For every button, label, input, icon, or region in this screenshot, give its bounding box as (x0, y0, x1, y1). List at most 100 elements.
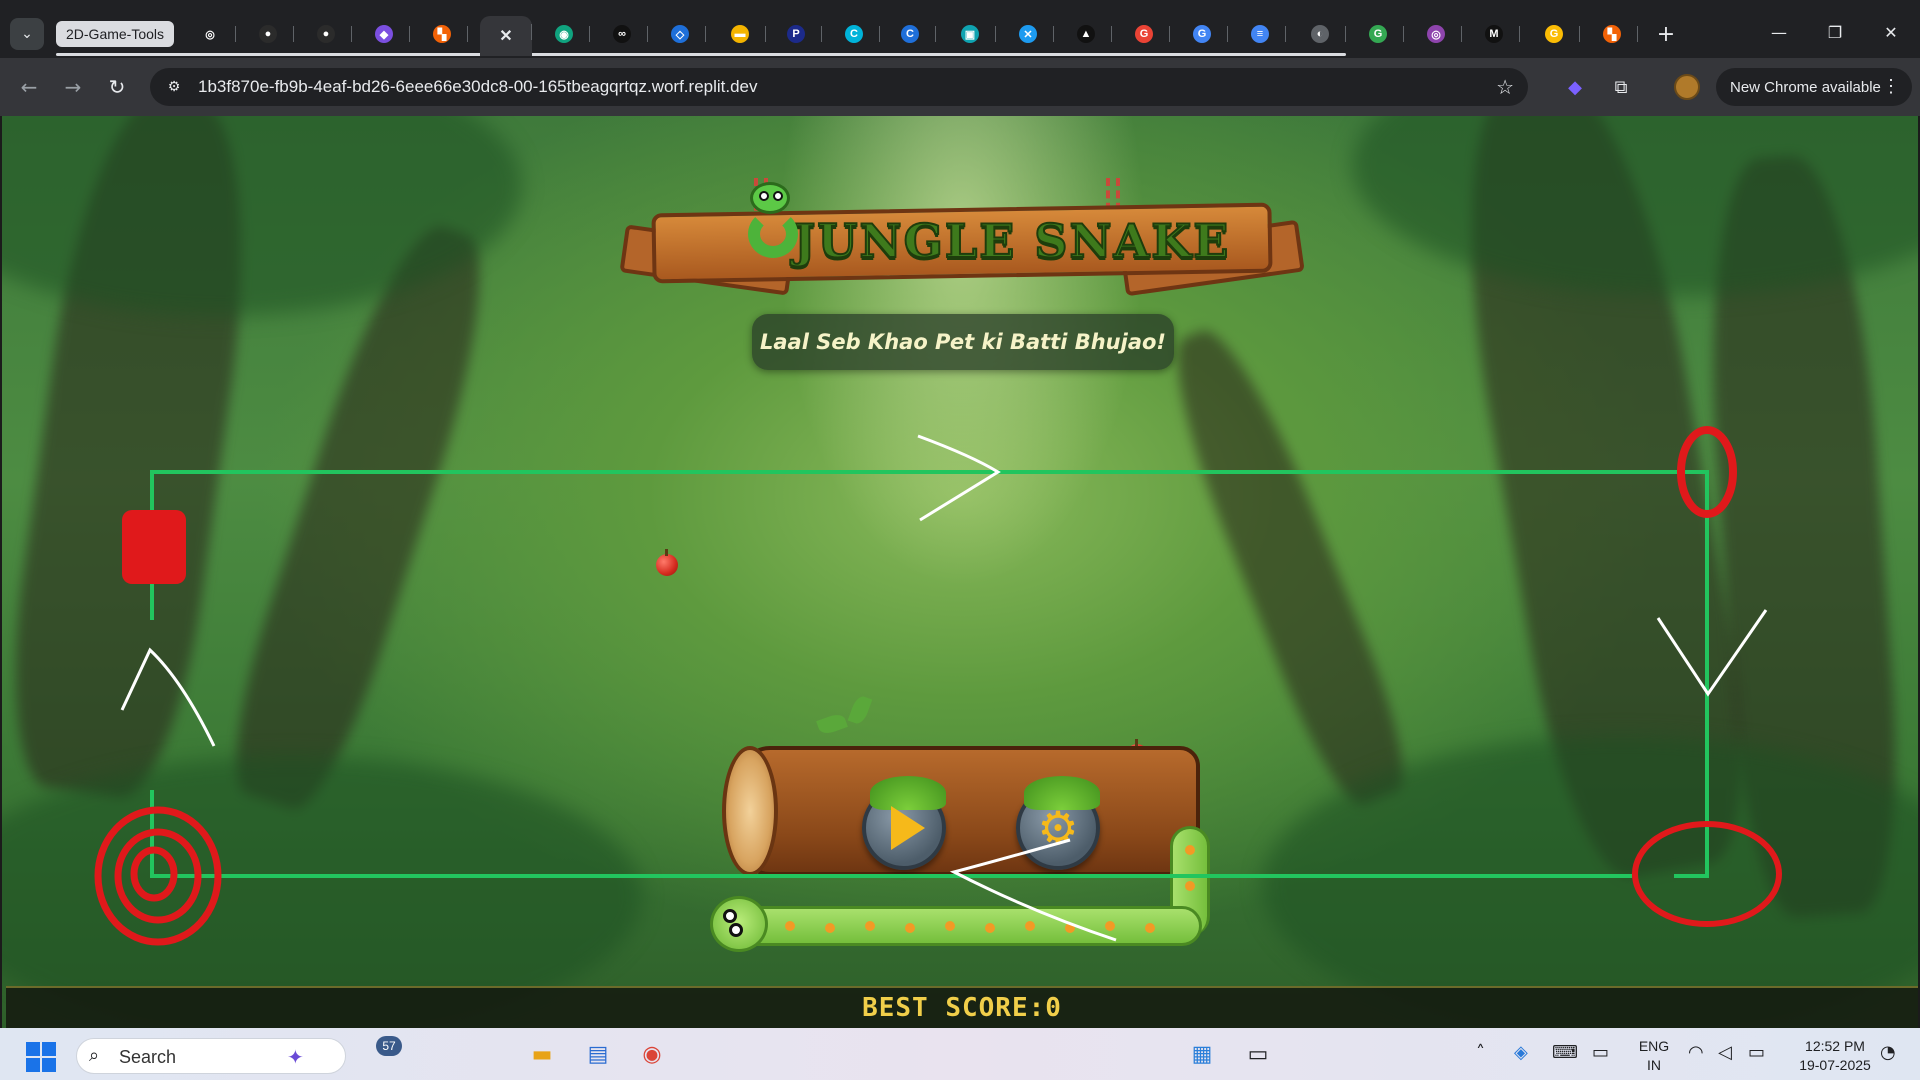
log-end (722, 746, 778, 876)
tab-separator (1345, 26, 1346, 42)
taskbar-search-label: Search (119, 1047, 177, 1067)
chrome-icon[interactable]: ◉ (632, 1036, 672, 1072)
new-tab-button[interactable]: + (1652, 20, 1680, 48)
language-top[interactable]: ENG (1634, 1038, 1674, 1054)
back-button[interactable]: ← (12, 70, 46, 104)
browser-tab[interactable]: ◎ (1410, 18, 1462, 50)
battery-icon[interactable]: ▭ (1748, 1042, 1765, 1063)
browser-tab[interactable]: C (828, 18, 880, 50)
reload-button[interactable]: ↻ (100, 70, 134, 104)
browser-tab[interactable]: ◆ (358, 18, 410, 50)
browser-tab[interactable]: ◐ (1294, 18, 1346, 50)
browser-tab[interactable]: ● (242, 18, 294, 50)
address-bar[interactable]: ⚙ 1b3f870e-fb9b-4eaf-bd26-6eee66e30dc8-0… (150, 68, 1528, 106)
browser-tab[interactable]: C (884, 18, 936, 50)
notification-badge[interactable]: 57 (376, 1036, 402, 1056)
close-window-button[interactable]: ✕ (1866, 16, 1916, 48)
forward-button[interactable]: → (56, 70, 90, 104)
taskbar-search[interactable]: ⌕ Search ✦ (76, 1038, 346, 1074)
browser-tab[interactable]: G (1352, 18, 1404, 50)
tab-separator (1579, 26, 1580, 42)
volume-muted-icon[interactable]: ◁ (1718, 1042, 1732, 1063)
leaf-icon (847, 694, 873, 726)
site-settings-icon[interactable]: ⚙ (164, 77, 184, 97)
eye-icon: ◎ (1427, 25, 1445, 43)
close-icon[interactable]: ✕ (497, 27, 515, 45)
browser-tab[interactable]: ▚ (1586, 18, 1638, 50)
security-icon[interactable]: ◈ (1514, 1042, 1528, 1063)
extensions-puzzle-icon[interactable]: ⧉ (1606, 72, 1636, 102)
tab-separator (705, 26, 706, 42)
tab-separator (467, 26, 468, 42)
log-body (740, 746, 1200, 876)
browser-tab[interactable]: ▣ (944, 18, 996, 50)
more-menu-icon: ⋮ (1882, 76, 1900, 96)
arrow-right-icon: → (64, 75, 82, 99)
notification-bell-icon[interactable]: ◔ (1880, 1042, 1896, 1063)
tab-strip: ⌄ 2D-Game-Tools ◎ ● ● ◆ ▚ ✕ ◉ ∞ ◇ ▬ P C C ▣ ✕ ▲ G G ≡ ◐ G ◎ M G… (0, 0, 1920, 58)
browser-tab[interactable]: P (770, 18, 822, 50)
browser-tab[interactable]: ◎ (184, 18, 236, 50)
keyboard-icon[interactable]: ⌨ (1552, 1042, 1578, 1063)
browser-tab[interactable]: ◉ (538, 18, 590, 50)
restore-button[interactable]: ❐ (1810, 16, 1860, 48)
tab-separator (351, 26, 352, 42)
snake-spot (1105, 921, 1115, 931)
browser-tab[interactable]: G (1118, 18, 1170, 50)
forms-icon: ≡ (1251, 25, 1269, 43)
snake-spot (1185, 845, 1195, 855)
chevron-up-icon[interactable]: ˄ (1476, 1042, 1485, 1063)
url-text[interactable]: 1b3f870e-fb9b-4eaf-bd26-6eee66e30dc8-00-… (198, 77, 758, 97)
snake-spot (785, 921, 795, 931)
extension-flame-icon[interactable]: ◆ (1560, 72, 1590, 102)
best-score-label: BEST SCORE:0 (862, 993, 1062, 1023)
browser-tab[interactable]: G (1176, 18, 1228, 50)
mascot-eye (759, 191, 769, 201)
windows-start-icon[interactable] (26, 1042, 56, 1072)
terminal-icon[interactable]: ▭ (1238, 1036, 1278, 1072)
bookmark-star-icon[interactable]: ☆ (1496, 75, 1514, 99)
browser-tab[interactable]: ✕ (1002, 18, 1054, 50)
settings-button[interactable]: ⚙ (1016, 776, 1100, 870)
new-chrome-available-button[interactable]: New Chrome available ⋮ (1716, 68, 1912, 106)
tab-separator (235, 26, 236, 42)
snake-spot (865, 921, 875, 931)
canva-icon-2: C (901, 25, 919, 43)
browser-tab[interactable]: ∞ (596, 18, 648, 50)
wifi-icon[interactable]: ◠ (1688, 1042, 1704, 1063)
play-button[interactable] (862, 776, 946, 870)
minimize-button[interactable]: — (1754, 16, 1804, 48)
tab-group-label[interactable]: 2D-Game-Tools (56, 21, 175, 47)
browser-tab[interactable]: ▬ (714, 18, 766, 50)
copilot-icon: ◆ (375, 25, 393, 43)
github-icon-2: ● (317, 25, 335, 43)
snake-body (722, 906, 1202, 946)
file-explorer-icon[interactable]: ▬ (522, 1036, 562, 1072)
clock-time[interactable]: 12:52 PM (1780, 1038, 1890, 1054)
active-tab[interactable]: ✕ (480, 16, 532, 56)
snake-mascot-icon (742, 182, 802, 260)
profile-avatar[interactable] (1674, 74, 1700, 100)
browser-tab[interactable]: G (1528, 18, 1580, 50)
snake-spot (905, 923, 915, 933)
tab-separator (935, 26, 936, 42)
m-icon: M (1485, 25, 1503, 43)
browser-tab[interactable]: ◇ (654, 18, 706, 50)
tab-search-button[interactable]: ⌄ (10, 18, 44, 50)
browser-toolbar: ← → ↻ ⚙ 1b3f870e-fb9b-4eaf-bd26-6eee66e3… (0, 58, 1920, 116)
notepad-icon[interactable]: ▤ (578, 1036, 618, 1072)
replit-icon: ▚ (433, 25, 451, 43)
browser-tab[interactable]: ▲ (1060, 18, 1112, 50)
tab-separator (1111, 26, 1112, 42)
infinity-icon: ∞ (613, 25, 631, 43)
tablet-icon[interactable]: ▭ (1592, 1042, 1609, 1063)
browser-tab[interactable]: ● (300, 18, 352, 50)
photos-icon[interactable]: ▦ (1182, 1036, 1222, 1072)
browser-tab[interactable]: M (1468, 18, 1520, 50)
language-bottom[interactable]: IN (1634, 1057, 1674, 1073)
openai-icon: ◎ (201, 25, 219, 43)
browser-tab[interactable]: ▚ (416, 18, 468, 50)
clock-date[interactable]: 19-07-2025 (1780, 1057, 1890, 1073)
browser-tab[interactable]: ≡ (1234, 18, 1286, 50)
replit-icon-2: ▚ (1603, 25, 1621, 43)
